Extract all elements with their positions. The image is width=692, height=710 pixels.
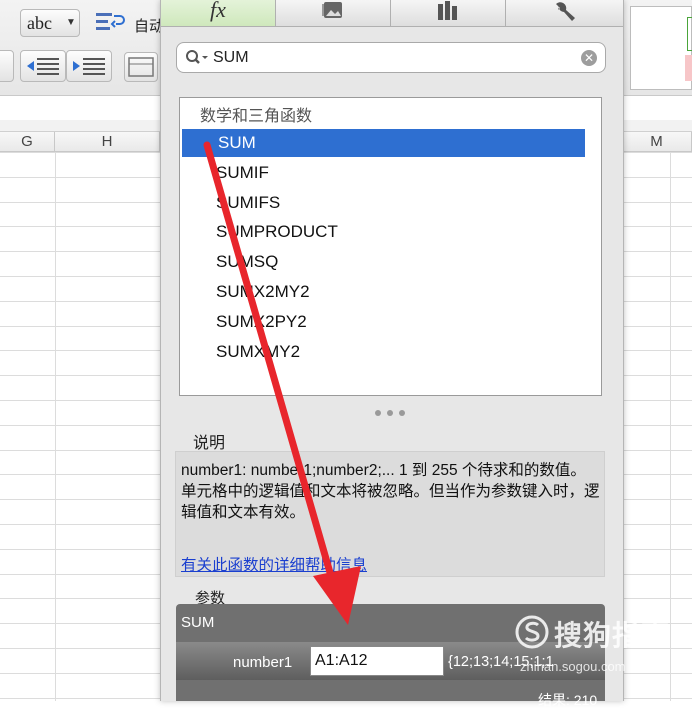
watermark-url: zhinan.sogou.com [520, 659, 626, 674]
sogou-logo-icon [515, 615, 549, 649]
annotation-arrow [203, 141, 361, 625]
watermark: 搜狗指南 zhinan.sogou.com [512, 612, 692, 682]
arrow-shaft [203, 141, 339, 594]
arrow-head [313, 566, 361, 625]
watermark-name: 搜狗指南 [554, 620, 671, 651]
